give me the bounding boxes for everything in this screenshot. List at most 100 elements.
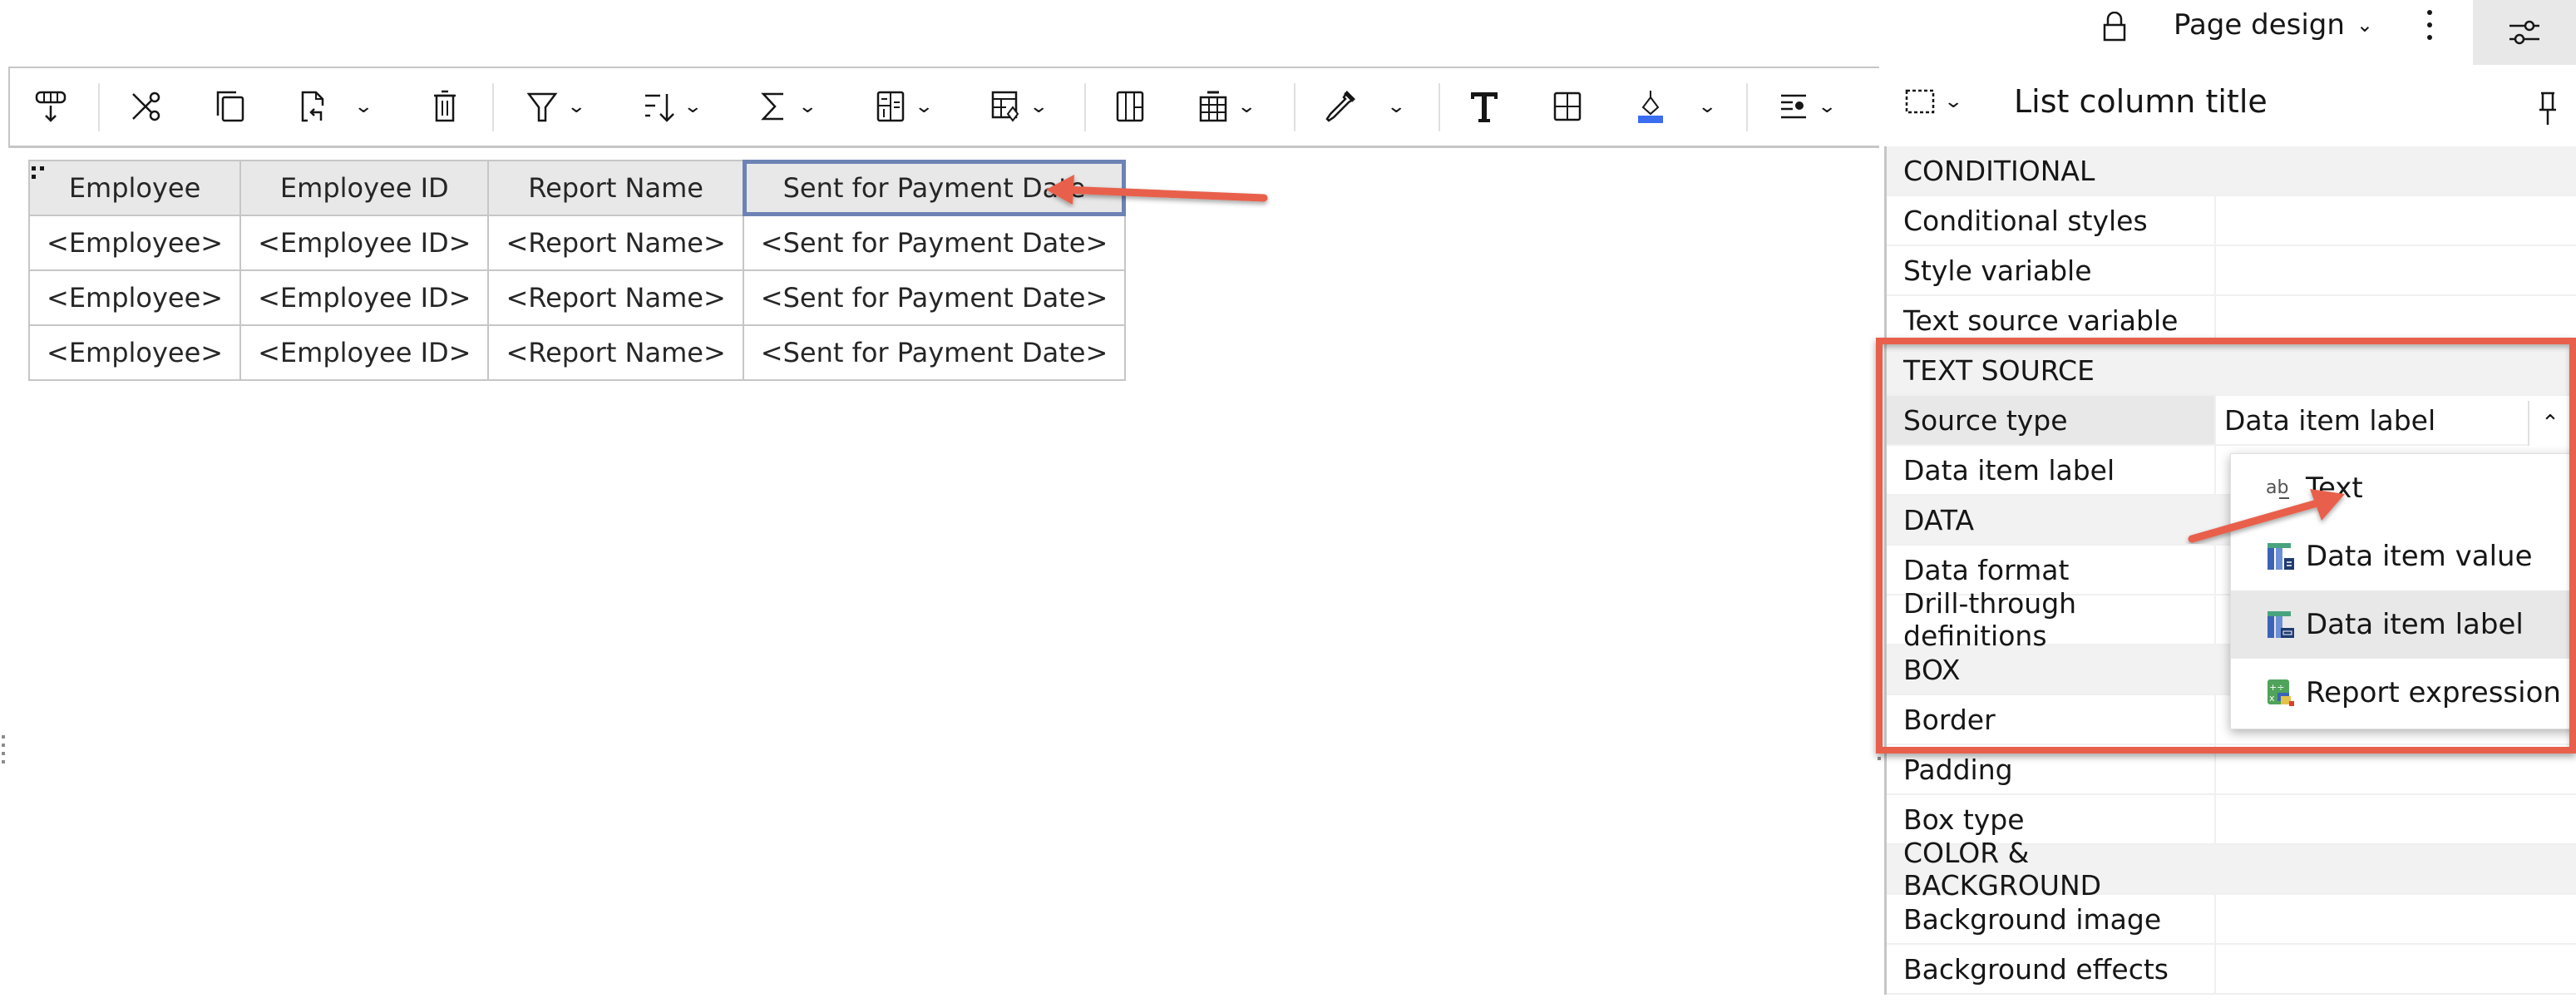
prop-padding[interactable]: Padding bbox=[1887, 745, 2576, 795]
chevron-down-icon[interactable]: ⌄ bbox=[1236, 96, 1256, 117]
chevron-down-icon[interactable]: ⌄ bbox=[566, 96, 586, 117]
prop-label: Conditional styles bbox=[1887, 196, 2216, 245]
menu-item-report-expression[interactable]: +÷ x Report expression bbox=[2231, 659, 2576, 727]
select-ancestor-button[interactable]: ⌄ bbox=[1904, 88, 1963, 115]
table-icon bbox=[1199, 91, 1227, 122]
report-expression-icon: +÷x bbox=[2268, 679, 2294, 706]
section-label: DATA bbox=[1903, 503, 1975, 536]
table-cell[interactable]: <Employee ID> bbox=[239, 324, 490, 381]
borders-button[interactable] bbox=[1550, 86, 1585, 126]
table-cell[interactable]: <Employee> bbox=[27, 269, 242, 326]
prop-value[interactable] bbox=[2216, 296, 2576, 344]
chevron-down-icon[interactable]: ⌄ bbox=[1697, 96, 1717, 117]
prop-background-effects[interactable]: Background effects bbox=[1887, 945, 2576, 995]
pin-icon[interactable] bbox=[2536, 90, 2559, 126]
table-cell[interactable]: <Employee ID> bbox=[239, 269, 490, 326]
column-button[interactable] bbox=[1113, 86, 1147, 126]
column-title-report-name[interactable]: Report Name bbox=[487, 160, 744, 216]
table-cell[interactable]: <Report Name> bbox=[487, 215, 744, 271]
prop-label: Background image bbox=[1887, 895, 2216, 943]
table-cell[interactable]: <Employee> bbox=[27, 215, 242, 271]
list-drag-handle[interactable] bbox=[30, 165, 47, 181]
paste-button[interactable]: ⌄ bbox=[296, 86, 373, 126]
summarize-button[interactable]: ⌄ bbox=[757, 86, 817, 126]
group-button[interactable]: ⌄ bbox=[873, 86, 934, 126]
prop-style-variable[interactable]: Style variable bbox=[1887, 246, 2576, 296]
chevron-down-icon[interactable]: ⌄ bbox=[914, 96, 934, 117]
table-cell[interactable]: <Employee ID> bbox=[239, 215, 490, 271]
prop-value[interactable] bbox=[2216, 895, 2576, 943]
table-cell[interactable]: <Sent for Payment Date> bbox=[742, 324, 1127, 381]
section-label: CONDITIONAL bbox=[1903, 154, 2095, 187]
table-button[interactable]: ⌄ bbox=[1196, 86, 1256, 126]
table-cell[interactable]: <Sent for Payment Date> bbox=[742, 269, 1127, 326]
pick-style-icon bbox=[1325, 91, 1355, 122]
text-font-button[interactable] bbox=[1467, 86, 1502, 126]
sort-button[interactable]: ⌄ bbox=[642, 86, 703, 126]
source-type-select[interactable]: Data item label bbox=[2216, 396, 2576, 444]
delete-button[interactable] bbox=[427, 86, 462, 126]
text-font-icon bbox=[1471, 92, 1498, 122]
lock-icon[interactable] bbox=[2102, 12, 2127, 42]
toolbar bbox=[8, 67, 1879, 148]
paste-icon bbox=[301, 91, 324, 122]
prop-value[interactable] bbox=[2216, 945, 2576, 993]
cut-button[interactable] bbox=[130, 86, 165, 126]
panel-splitter-handle[interactable] bbox=[1878, 740, 1883, 773]
annotation-arrow bbox=[1046, 175, 1268, 205]
prop-value[interactable] bbox=[2216, 745, 2576, 793]
calculations-button[interactable]: ⌄ bbox=[988, 86, 1049, 126]
properties-toggle-button[interactable] bbox=[2473, 0, 2576, 65]
chevron-down-icon[interactable]: ⌄ bbox=[1386, 96, 1406, 117]
chevron-down-icon[interactable]: ⌄ bbox=[683, 96, 703, 117]
fill-color-swatch bbox=[1638, 116, 1663, 123]
summarize-icon bbox=[761, 92, 783, 121]
table-cell[interactable]: <Employee> bbox=[27, 324, 242, 381]
table-header-row: Employee Employee ID Report Name Sent fo… bbox=[27, 160, 1127, 216]
table-cell[interactable]: <Report Name> bbox=[487, 324, 744, 381]
column-title-employee[interactable]: Employee bbox=[27, 160, 242, 216]
toolbar-separator bbox=[1084, 83, 1086, 131]
calculations-icon bbox=[991, 91, 1019, 122]
text-align-button[interactable]: ⌄ bbox=[1776, 86, 1837, 126]
prop-background-image[interactable]: Background image bbox=[1887, 895, 2576, 945]
overflow-menu-icon[interactable] bbox=[2420, 7, 2440, 43]
menu-item-data-item-label[interactable]: Data item label bbox=[2231, 590, 2576, 659]
pick-style-button[interactable]: ⌄ bbox=[1322, 86, 1406, 126]
chevron-up-icon[interactable]: ⌃ bbox=[2528, 401, 2571, 446]
view-mode-label: Page design bbox=[2174, 8, 2345, 42]
copy-button[interactable] bbox=[213, 86, 248, 126]
chevron-down-icon[interactable]: ⌄ bbox=[797, 96, 817, 117]
text-align-icon bbox=[1781, 94, 1806, 119]
section-text-source: TEXT SOURCE bbox=[1887, 346, 2576, 396]
chevron-down-icon[interactable]: ⌄ bbox=[1029, 96, 1049, 117]
prop-value[interactable] bbox=[2216, 196, 2576, 245]
prop-source-type[interactable]: Source type Data item label bbox=[1887, 396, 2576, 446]
section-conditional: CONDITIONAL bbox=[1887, 146, 2576, 196]
prop-text-source-variable[interactable]: Text source variable bbox=[1887, 296, 2576, 346]
section-color-background: COLOR & BACKGROUND bbox=[1887, 837, 2576, 902]
table-cell[interactable]: <Sent for Payment Date> bbox=[742, 215, 1127, 271]
fill-color-button[interactable]: ⌄ bbox=[1633, 86, 1717, 126]
view-mode-dropdown[interactable]: Page design ⌄ bbox=[2174, 7, 2373, 43]
section-label: BOX bbox=[1903, 653, 1961, 686]
chevron-down-icon[interactable]: ⌄ bbox=[353, 96, 373, 117]
prop-conditional-styles[interactable]: Conditional styles bbox=[1887, 196, 2576, 246]
toolbar-separator bbox=[1439, 83, 1440, 131]
prop-value[interactable] bbox=[2216, 795, 2576, 843]
section-label: TEXT SOURCE bbox=[1903, 353, 2095, 387]
cut-icon bbox=[132, 91, 160, 121]
left-splitter-handle[interactable] bbox=[2, 735, 7, 768]
prop-value[interactable] bbox=[2216, 246, 2576, 294]
table-cell[interactable]: <Report Name> bbox=[487, 269, 744, 326]
prop-label: Data item label bbox=[1887, 446, 2216, 494]
chevron-down-icon[interactable]: ⌄ bbox=[1943, 91, 1963, 112]
fill-color-icon bbox=[1638, 91, 1663, 123]
column-title-employee-id[interactable]: Employee ID bbox=[239, 160, 490, 216]
chevron-down-icon[interactable]: ⌄ bbox=[1817, 96, 1837, 117]
filter-button[interactable]: ⌄ bbox=[526, 86, 586, 126]
menu-item-label: Report expression bbox=[2306, 676, 2561, 709]
group-icon bbox=[876, 91, 905, 122]
insert-rows-button[interactable] bbox=[33, 86, 68, 126]
svg-text:x: x bbox=[2269, 693, 2275, 704]
